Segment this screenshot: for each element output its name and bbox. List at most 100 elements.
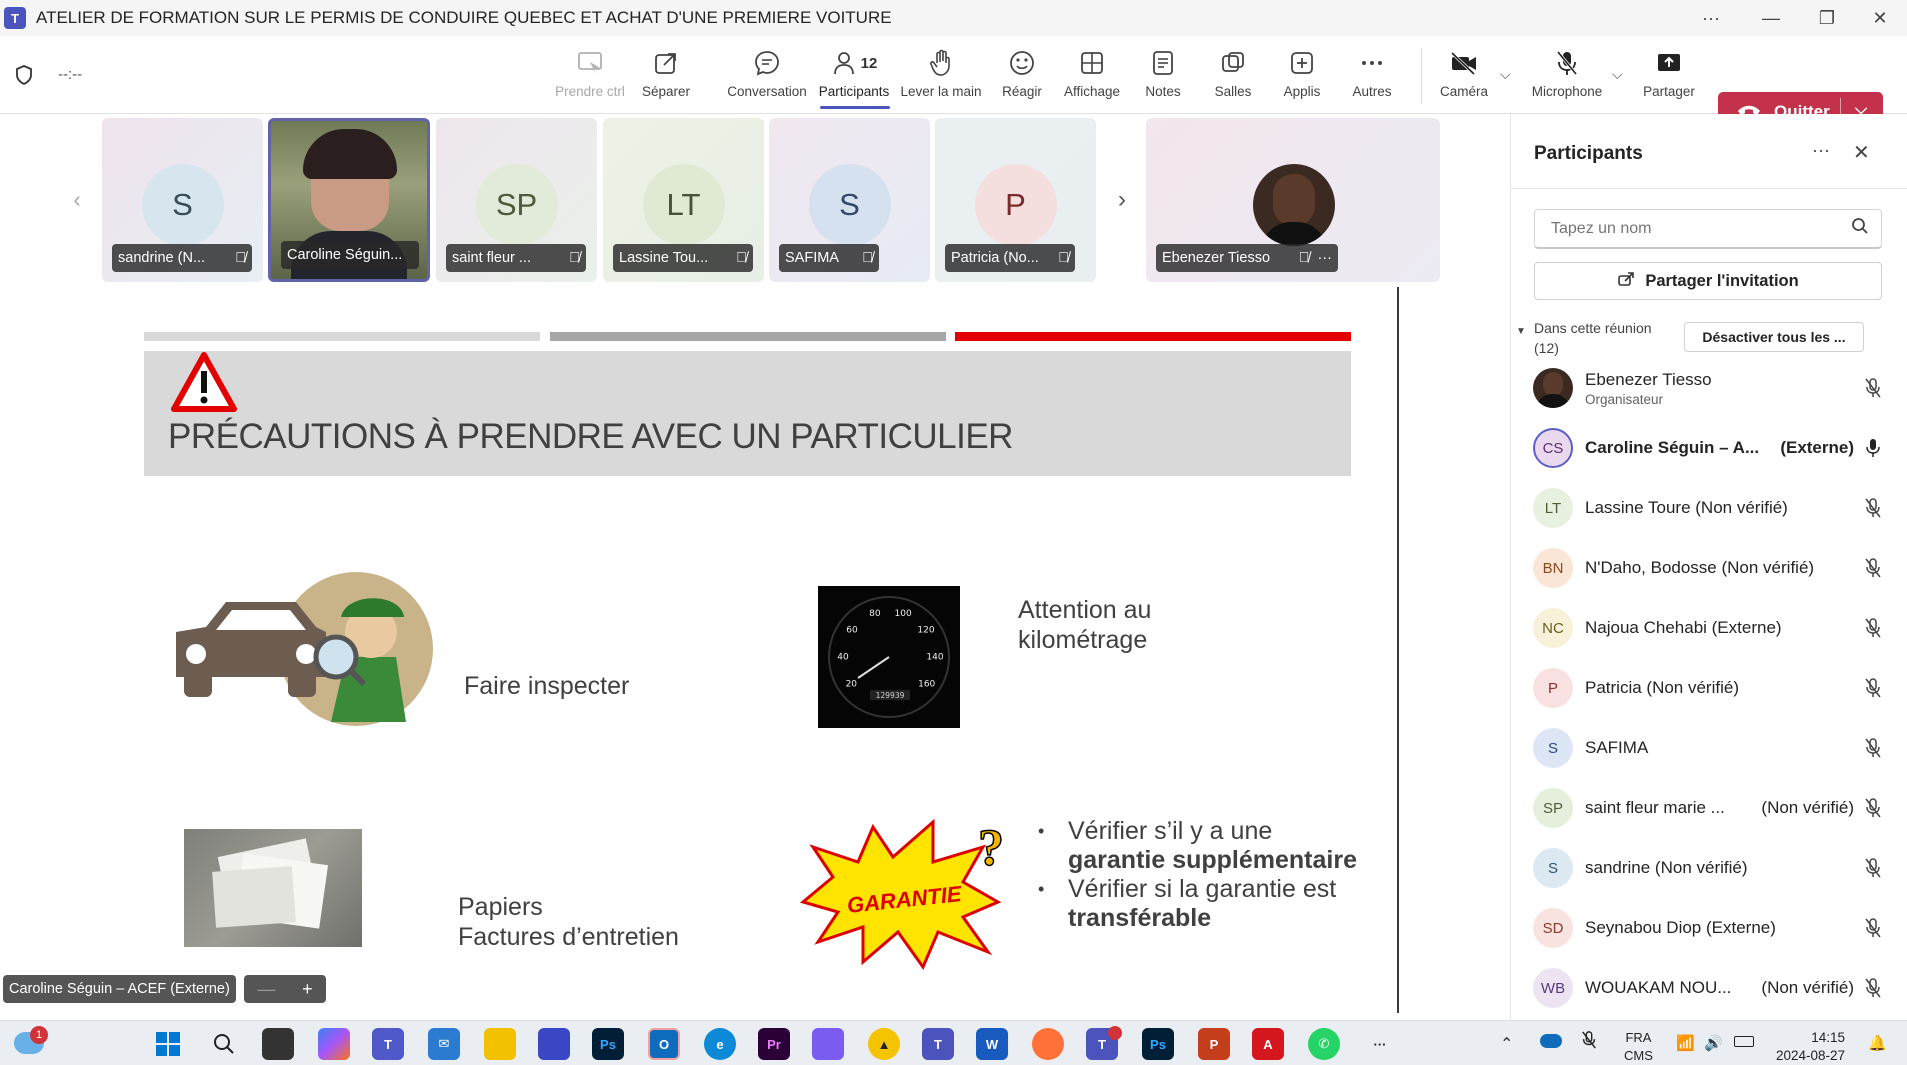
search-field[interactable] xyxy=(1551,219,1851,238)
participant-name: saint fleur marie ... xyxy=(1585,798,1725,817)
share-invite-button[interactable]: Partager l'invitation xyxy=(1534,262,1882,300)
premiere-icon[interactable]: Pr xyxy=(758,1028,790,1060)
edge-icon[interactable]: e xyxy=(704,1028,736,1060)
mail-icon[interactable]: ✉ xyxy=(428,1028,460,1060)
file-explorer-icon[interactable] xyxy=(484,1028,516,1060)
battery-icon[interactable] xyxy=(1734,1036,1754,1047)
participant-tile[interactable]: P Patricia (No... 🎙̸ xyxy=(935,118,1096,282)
photoshop-icon[interactable]: Ps xyxy=(1142,1028,1174,1060)
word-icon[interactable]: W xyxy=(976,1028,1008,1060)
app-taskbar-icon[interactable] xyxy=(812,1028,844,1060)
more-options-icon[interactable]: ··· xyxy=(1683,0,1739,36)
chat-icon xyxy=(753,48,781,78)
zoom-in-button[interactable]: + xyxy=(302,979,313,1000)
mic-off-icon xyxy=(1858,797,1888,819)
photoshop-icon[interactable]: Ps xyxy=(592,1028,624,1060)
more-options-icon[interactable]: ··· xyxy=(1318,250,1333,266)
panel-close-icon[interactable]: ✕ xyxy=(1853,140,1870,165)
start-icon[interactable] xyxy=(152,1028,184,1060)
notes-button[interactable]: Notes xyxy=(1124,48,1202,110)
participant-row[interactable]: S SAFIMA xyxy=(1533,724,1888,772)
search-taskbar-icon[interactable] xyxy=(208,1028,240,1060)
participant-row[interactable]: LT Lassine Toure (Non vérifié) xyxy=(1533,484,1888,532)
outlook-icon[interactable]: O xyxy=(648,1028,680,1060)
participant-row[interactable]: P Patricia (Non vérifié) xyxy=(1533,664,1888,712)
volume-icon[interactable]: 🔊 xyxy=(1704,1034,1723,1052)
react-button[interactable]: Réagir xyxy=(983,48,1061,110)
separate-button[interactable]: Séparer xyxy=(627,48,705,110)
share-icon xyxy=(1617,271,1635,292)
avatar: LT xyxy=(642,164,725,246)
app-taskbar-icon[interactable]: ▲ xyxy=(868,1028,900,1060)
section-header[interactable]: Dans cette réunion (12) xyxy=(1534,318,1652,358)
teams-logo-icon: T xyxy=(4,7,26,29)
whatsapp-icon[interactable]: ✆ xyxy=(1308,1028,1340,1060)
chat-button[interactable]: Conversation xyxy=(727,48,807,110)
powerpoint-icon[interactable]: P xyxy=(1198,1028,1230,1060)
language-indicator[interactable]: FRA CMS xyxy=(1624,1029,1653,1065)
gallery-next-icon[interactable]: › xyxy=(1103,120,1141,280)
acrobat-icon[interactable]: A xyxy=(1252,1028,1284,1060)
mic-options-chevron-icon[interactable]: ⌵ xyxy=(1612,66,1623,83)
meeting-timer: --:-- xyxy=(58,66,83,83)
participant-tile[interactable]: SP saint fleur ... 🎙̸ xyxy=(436,118,597,282)
warranty-burst-image: GARANTIE ? xyxy=(793,807,1008,982)
participant-tile[interactable]: S SAFIMA 🎙̸ xyxy=(769,118,930,282)
mic-off-icon: 🎙̸ xyxy=(862,250,873,266)
camera-button[interactable]: Caméra xyxy=(1425,48,1503,110)
more-button[interactable]: Autres xyxy=(1333,48,1411,110)
teams-taskbar-icon[interactable]: T xyxy=(372,1028,404,1060)
onedrive-icon[interactable] xyxy=(1540,1034,1562,1048)
mic-off-icon xyxy=(1858,737,1888,759)
view-button[interactable]: Affichage xyxy=(1053,48,1131,110)
restore-button[interactable]: ❐ xyxy=(1799,0,1855,36)
zoom-out-button[interactable]: — xyxy=(257,979,275,1000)
participant-row[interactable]: SD Seynabou Diop (Externe) xyxy=(1533,904,1888,952)
section-collapse-icon[interactable]: ▼ xyxy=(1516,326,1526,337)
notifications-icon[interactable]: 🔔 xyxy=(1868,1034,1887,1052)
mic-off-icon xyxy=(1858,617,1888,639)
raise-hand-button[interactable]: Lever la main xyxy=(900,48,982,110)
microphone-button[interactable]: Microphone xyxy=(1527,48,1607,110)
wifi-icon[interactable]: 📶 xyxy=(1676,1034,1695,1052)
take-control-button[interactable]: Prendre ctrl xyxy=(551,48,629,110)
gallery-prev-icon[interactable]: ‹ xyxy=(57,120,97,280)
rooms-button[interactable]: Salles xyxy=(1194,48,1272,110)
participant-tile-organizer[interactable]: Ebenezer Tiesso 🎙̸ ··· xyxy=(1146,118,1440,282)
slide-title: PRÉCAUTIONS À PRENDRE AVEC UN PARTICULIE… xyxy=(168,417,1013,456)
show-hidden-icons[interactable]: ⌃ xyxy=(1500,1034,1513,1054)
minimize-button[interactable]: — xyxy=(1743,0,1799,36)
participant-row[interactable]: BN N'Daho, Bodosse (Non vérifié) xyxy=(1533,544,1888,592)
teams-classic-icon[interactable]: T xyxy=(922,1028,954,1060)
panel-more-icon[interactable]: ··· xyxy=(1812,140,1830,161)
clock[interactable]: 14:15 2024-08-27 xyxy=(1776,1029,1845,1065)
share-button[interactable]: Partager xyxy=(1630,48,1708,110)
participant-row[interactable]: CS Caroline Séguin – A... (Externe) xyxy=(1533,424,1888,472)
avatar: SD xyxy=(1533,908,1573,948)
participant-row[interactable]: S sandrine (Non vérifié) xyxy=(1533,844,1888,892)
participant-name: Seynabou Diop (Externe) xyxy=(1585,918,1776,937)
more-apps-icon[interactable]: ··· xyxy=(1364,1028,1396,1060)
avatar: S xyxy=(1533,848,1573,888)
mute-all-button[interactable]: Désactiver tous les ... xyxy=(1684,322,1864,352)
participant-row[interactable]: Ebenezer Tiesso Organisateur xyxy=(1533,364,1888,412)
participant-tile[interactable]: LT Lassine Tou... 🎙̸ xyxy=(603,118,764,282)
search-input[interactable] xyxy=(1534,209,1882,249)
participants-button[interactable]: 12 Participants xyxy=(815,48,893,110)
task-view-icon[interactable] xyxy=(262,1028,294,1060)
firefox-icon[interactable] xyxy=(1032,1028,1064,1060)
participant-tile[interactable]: S sandrine (N... 🎙̸ xyxy=(102,118,263,282)
participant-tile-active-speaker[interactable]: Caroline Séguin... xyxy=(268,118,430,282)
active-tab-indicator xyxy=(820,106,890,109)
participant-row[interactable]: NC Najoua Chehabi (Externe) xyxy=(1533,604,1888,652)
close-window-button[interactable]: ✕ xyxy=(1852,0,1907,36)
participant-row[interactable]: SP saint fleur marie ... (Non vérifié) xyxy=(1533,784,1888,832)
add-icon xyxy=(1289,48,1315,78)
copilot-icon[interactable] xyxy=(318,1028,350,1060)
app-taskbar-icon[interactable] xyxy=(538,1028,570,1060)
camera-options-chevron-icon[interactable]: ⌵ xyxy=(1500,66,1511,83)
mic-muted-tray-icon[interactable] xyxy=(1580,1030,1598,1055)
shield-icon[interactable] xyxy=(14,64,34,91)
participant-row[interactable]: WB WOUAKAM NOU... (Non vérifié) xyxy=(1533,964,1888,1012)
apps-button[interactable]: Applis xyxy=(1263,48,1341,110)
